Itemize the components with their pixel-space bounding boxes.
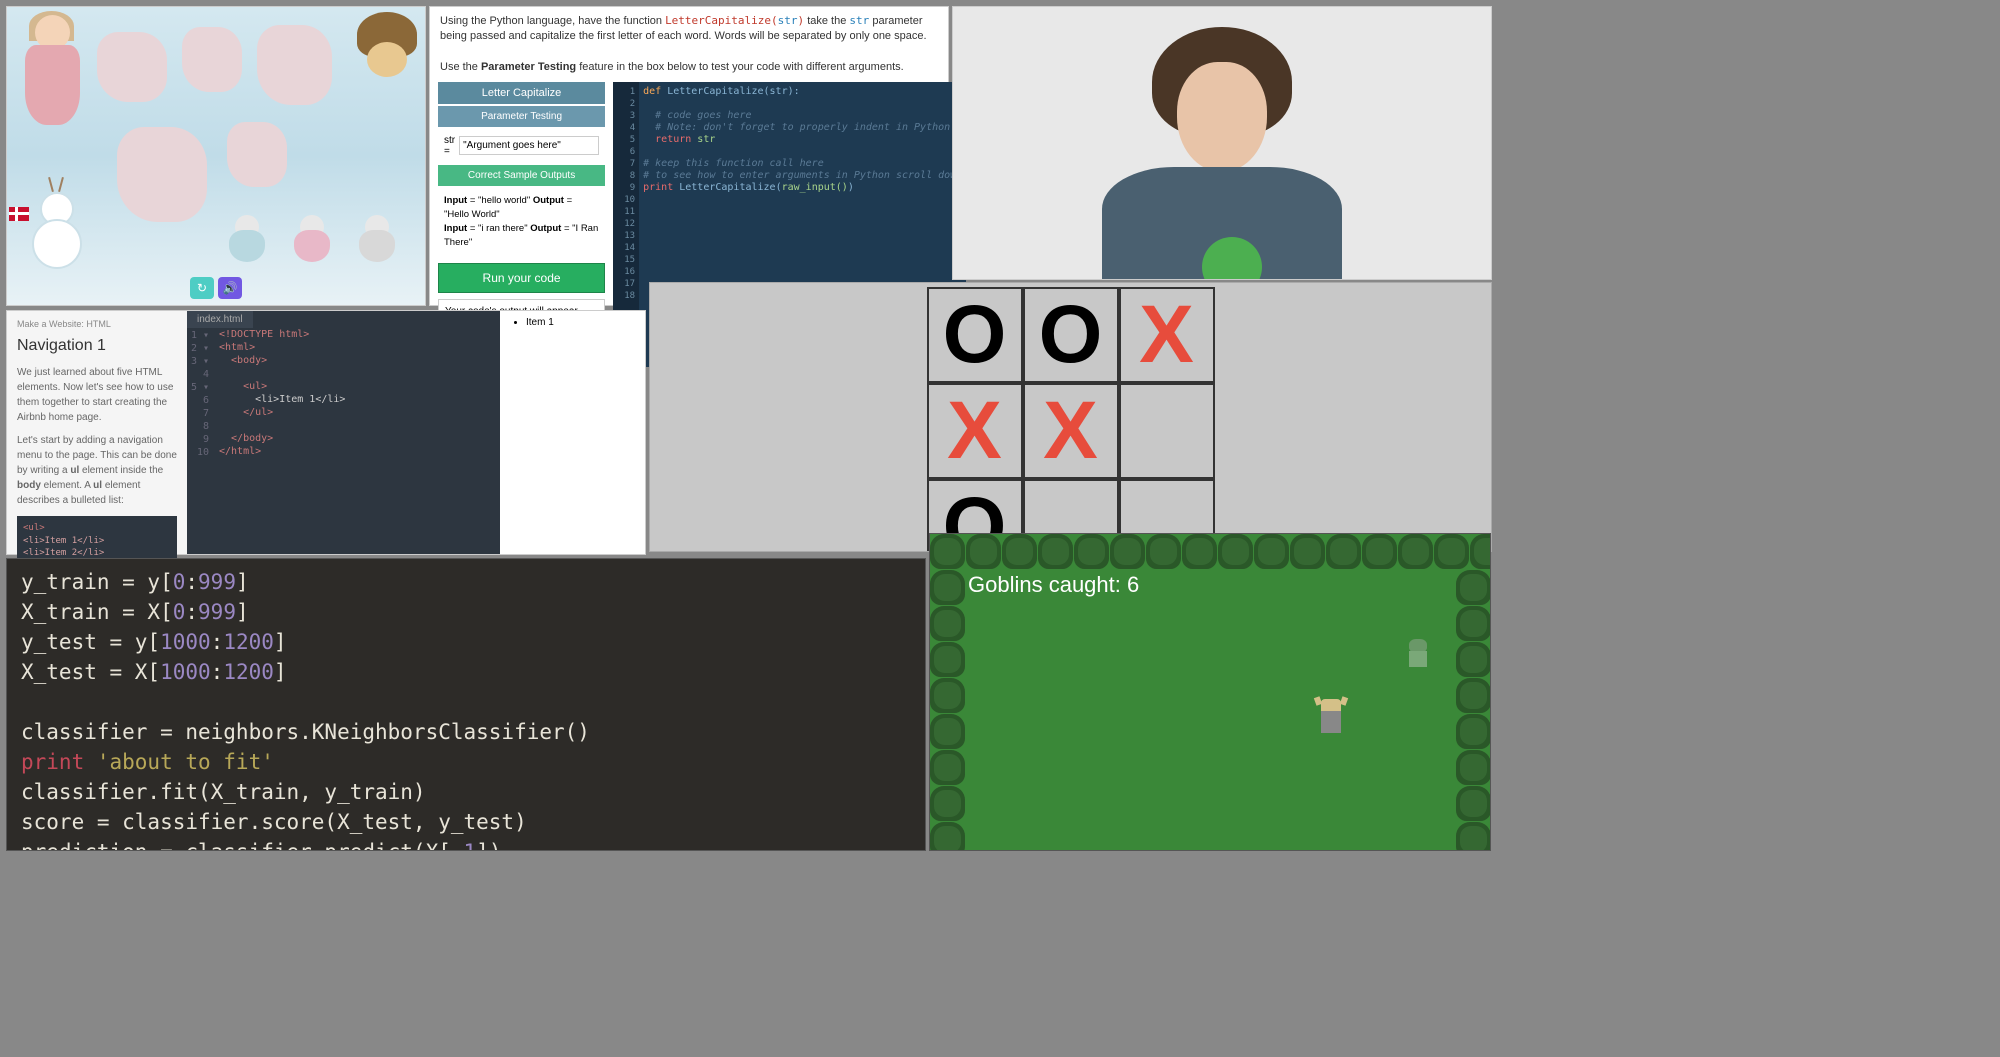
tree-sprite (930, 534, 965, 569)
tree-sprite (1434, 534, 1469, 569)
goblin-game[interactable]: Goblins caught: 6 (929, 533, 1491, 851)
tree-sprite (1182, 534, 1217, 569)
tree-sprite (1218, 534, 1253, 569)
puzzle-slot[interactable] (182, 27, 242, 92)
python-code-snippet: y_train = y[0:999] X_train = X[0:999] y_… (6, 558, 926, 851)
tree-sprite (930, 786, 965, 821)
refresh-button[interactable]: ↻ (190, 277, 214, 299)
code-line: classifier.fit(X_train, y_train) (21, 780, 426, 804)
line-numbers: 1 ▾2 ▾3 ▾45 ▾678910 (187, 329, 215, 459)
seal-character[interactable] (217, 210, 277, 265)
list-item: Item 1 (526, 317, 633, 328)
cell-1-1[interactable]: X (1023, 383, 1119, 479)
tree-sprite (1470, 534, 1491, 569)
girl-character[interactable] (15, 15, 90, 140)
cell-1-0[interactable]: X (927, 383, 1023, 479)
tictactoe-game: O O X X X O (649, 282, 1492, 552)
lesson-paragraph: Let's start by adding a navigation menu … (17, 433, 177, 508)
argument-row: str = (438, 129, 605, 163)
tree-sprite (966, 534, 1001, 569)
tree-sprite (930, 642, 965, 677)
tree-sprite (930, 606, 965, 641)
tree-sprite (930, 822, 965, 851)
tree-sprite (1110, 534, 1145, 569)
tree-sprite (1456, 750, 1491, 785)
tree-sprite (1362, 534, 1397, 569)
code-line: classifier = neighbors.KNeighborsClassif… (21, 720, 590, 744)
seal-character[interactable] (282, 210, 342, 265)
game-board: O O X X X O (927, 287, 1215, 552)
puzzle-slot[interactable] (117, 127, 207, 222)
run-code-button[interactable]: Run your code (438, 263, 605, 293)
goblin-sprite (1405, 639, 1431, 669)
seal-character[interactable] (347, 210, 407, 265)
tree-sprite (1456, 570, 1491, 605)
person-photo (1082, 27, 1362, 280)
lesson-title: Navigation 1 (17, 337, 177, 355)
tree-sprite (930, 570, 965, 605)
tree-sprite (1038, 534, 1073, 569)
breadcrumb: Make a Website: HTML (17, 319, 177, 329)
tree-sprite (1456, 678, 1491, 713)
tree-sprite (1456, 606, 1491, 641)
cell-0-1[interactable]: O (1023, 287, 1119, 383)
sound-icon: 🔊 (223, 281, 238, 295)
tree-sprite (1456, 822, 1491, 851)
tree-sprite (1326, 534, 1361, 569)
tree-sprite (930, 750, 965, 785)
game-controls: ↻ 🔊 (190, 277, 242, 299)
param-testing-header: Parameter Testing (438, 106, 605, 127)
argument-input[interactable] (459, 136, 599, 155)
code-line: score = classifier.score(X_test, y_test) (21, 810, 527, 834)
tree-sprite (1456, 642, 1491, 677)
cell-0-2[interactable]: X (1119, 287, 1215, 383)
str-label: str = (444, 135, 455, 157)
kids-puzzle-game: ↻ 🔊 (6, 6, 426, 306)
video-thumbnail[interactable] (952, 6, 1492, 280)
tree-sprite (1456, 786, 1491, 821)
lesson-panel: Make a Website: HTML Navigation 1 We jus… (7, 311, 187, 554)
troll-character[interactable] (352, 12, 422, 112)
html-lesson: Make a Website: HTML Navigation 1 We jus… (6, 310, 646, 555)
tree-sprite (1074, 534, 1109, 569)
puzzle-slot[interactable] (257, 25, 332, 105)
challenge-title: Letter Capitalize (438, 82, 605, 104)
file-tab[interactable]: index.html (187, 311, 253, 328)
sample-outputs: Input = "hello world" Output = "Hello Wo… (438, 188, 605, 257)
tree-sprite (1398, 534, 1433, 569)
cell-0-0[interactable]: O (927, 287, 1023, 383)
score-value: 6 (1127, 572, 1139, 597)
coding-challenge: Using the Python language, have the func… (429, 6, 949, 306)
tree-sprite (930, 678, 965, 713)
tree-sprite (1002, 534, 1037, 569)
tree-sprite (1290, 534, 1325, 569)
preview-list: Item 1 (512, 317, 633, 328)
hero-sprite (1315, 699, 1347, 735)
puzzle-slot[interactable] (97, 32, 167, 102)
puzzle-slot[interactable] (227, 122, 287, 187)
sound-button[interactable]: 🔊 (218, 277, 242, 299)
snowman-character[interactable] (22, 177, 92, 277)
tree-sprite (1254, 534, 1289, 569)
instructions: Using the Python language, have the func… (430, 7, 948, 82)
tree-sprite (1456, 714, 1491, 749)
code-editor[interactable]: index.html 1 ▾2 ▾3 ▾45 ▾678910 <!DOCTYPE… (187, 311, 500, 554)
refresh-icon: ↻ (197, 281, 207, 295)
preview-pane: Item 1 ⛶ Full Screen (500, 311, 645, 554)
lesson-paragraph: We just learned about five HTML elements… (17, 365, 177, 425)
score-display: Goblins caught: 6 (968, 572, 1139, 598)
sample-outputs-header: Correct Sample Outputs (438, 165, 605, 186)
norway-flag-icon (9, 207, 29, 221)
tree-sprite (1146, 534, 1181, 569)
cell-1-2[interactable] (1119, 383, 1215, 479)
tree-sprite (930, 714, 965, 749)
